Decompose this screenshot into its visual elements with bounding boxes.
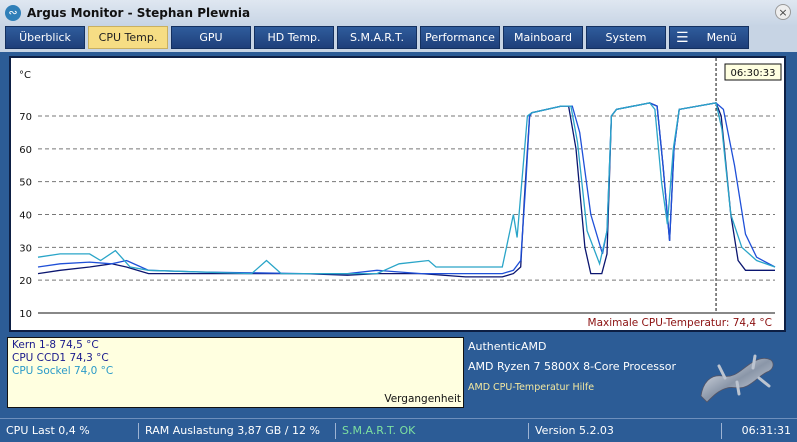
status-smart: S.M.A.R.T. OK (335, 422, 528, 439)
status-cpu-load: CPU Last 0,4 % (6, 423, 90, 437)
y-tick-label: 60 (19, 145, 32, 156)
y-tick-label: 50 (19, 178, 32, 189)
temperature-chart: °C 10 20 30 40 50 60 70 06:30:33 Maximale CPU-Tem… (19, 58, 782, 329)
close-button[interactable]: × (775, 4, 791, 20)
tab-hd-temp[interactable]: HD Temp. (254, 26, 334, 49)
y-unit-label: °C (19, 70, 31, 81)
y-tick-label: 10 (19, 309, 32, 320)
series-line-cpu-ccd1 (37, 102, 776, 275)
tab-performance[interactable]: Performance (420, 26, 500, 49)
status-ram: RAM Auslastung 3,87 GB / 12 % (138, 422, 335, 439)
cpu-model: AMD Ryzen 7 5800X 8-Core Processor (468, 360, 676, 373)
y-tick-label: 30 (19, 243, 32, 254)
title-bar: ∾ Argus Monitor - Stephan Plewnia × (0, 0, 797, 25)
tab-smart[interactable]: S.M.A.R.T. (337, 26, 417, 49)
cpu-vendor: AuthenticAMD (468, 340, 547, 353)
window-title: Argus Monitor - Stephan Plewnia (27, 5, 251, 20)
tab-bar: Überblick CPU Temp. GPU HD Temp. S.M.A.R… (0, 25, 797, 52)
max-temp-label: Maximale CPU-Temperatur: 74,4 °C (588, 317, 772, 329)
time-label: 06:30:33 (731, 68, 776, 79)
hamburger-icon: ☰ (676, 29, 689, 46)
temp-ccd1: CPU CCD1 74,3 °C (12, 352, 109, 364)
tab-menu[interactable]: ☰ Menü (669, 26, 749, 49)
status-clock: 06:31:31 (721, 422, 797, 439)
temperature-chart-panel: °C 10 20 30 40 50 60 70 06:30:33 Maximale CPU-Tem… (9, 56, 786, 332)
tab-gpu[interactable]: GPU (171, 26, 251, 49)
history-button[interactable]: Vergangenheit (384, 393, 461, 405)
tab-cpu-temp[interactable]: CPU Temp. (88, 26, 168, 49)
status-version: Version 5.2.03 (528, 422, 721, 439)
tab-system[interactable]: System (586, 26, 666, 49)
app-logo-icon: ∾ (5, 4, 21, 21)
tab-mainboard[interactable]: Mainboard (503, 26, 583, 49)
temperature-readouts: Kern 1-8 74,5 °C CPU CCD1 74,3 °C CPU So… (7, 337, 464, 408)
series-line-kern-1-8 (37, 102, 775, 278)
y-tick-label: 40 (19, 211, 32, 222)
y-tick-label: 20 (19, 276, 32, 287)
tab-overview[interactable]: Überblick (5, 26, 85, 49)
y-tick-label: 70 (19, 112, 32, 123)
menu-label: Menü (706, 31, 737, 44)
temp-sockel: CPU Sockel 74,0 °C (12, 365, 114, 377)
status-bar: CPU Last 0,4 % RAM Auslastung 3,87 GB / … (0, 418, 797, 442)
cpu-temp-help-link[interactable]: AMD CPU-Temperatur Hilfe (468, 382, 594, 393)
argus-lizard-logo-icon (700, 354, 774, 403)
temp-kern: Kern 1-8 74,5 °C (12, 339, 99, 351)
